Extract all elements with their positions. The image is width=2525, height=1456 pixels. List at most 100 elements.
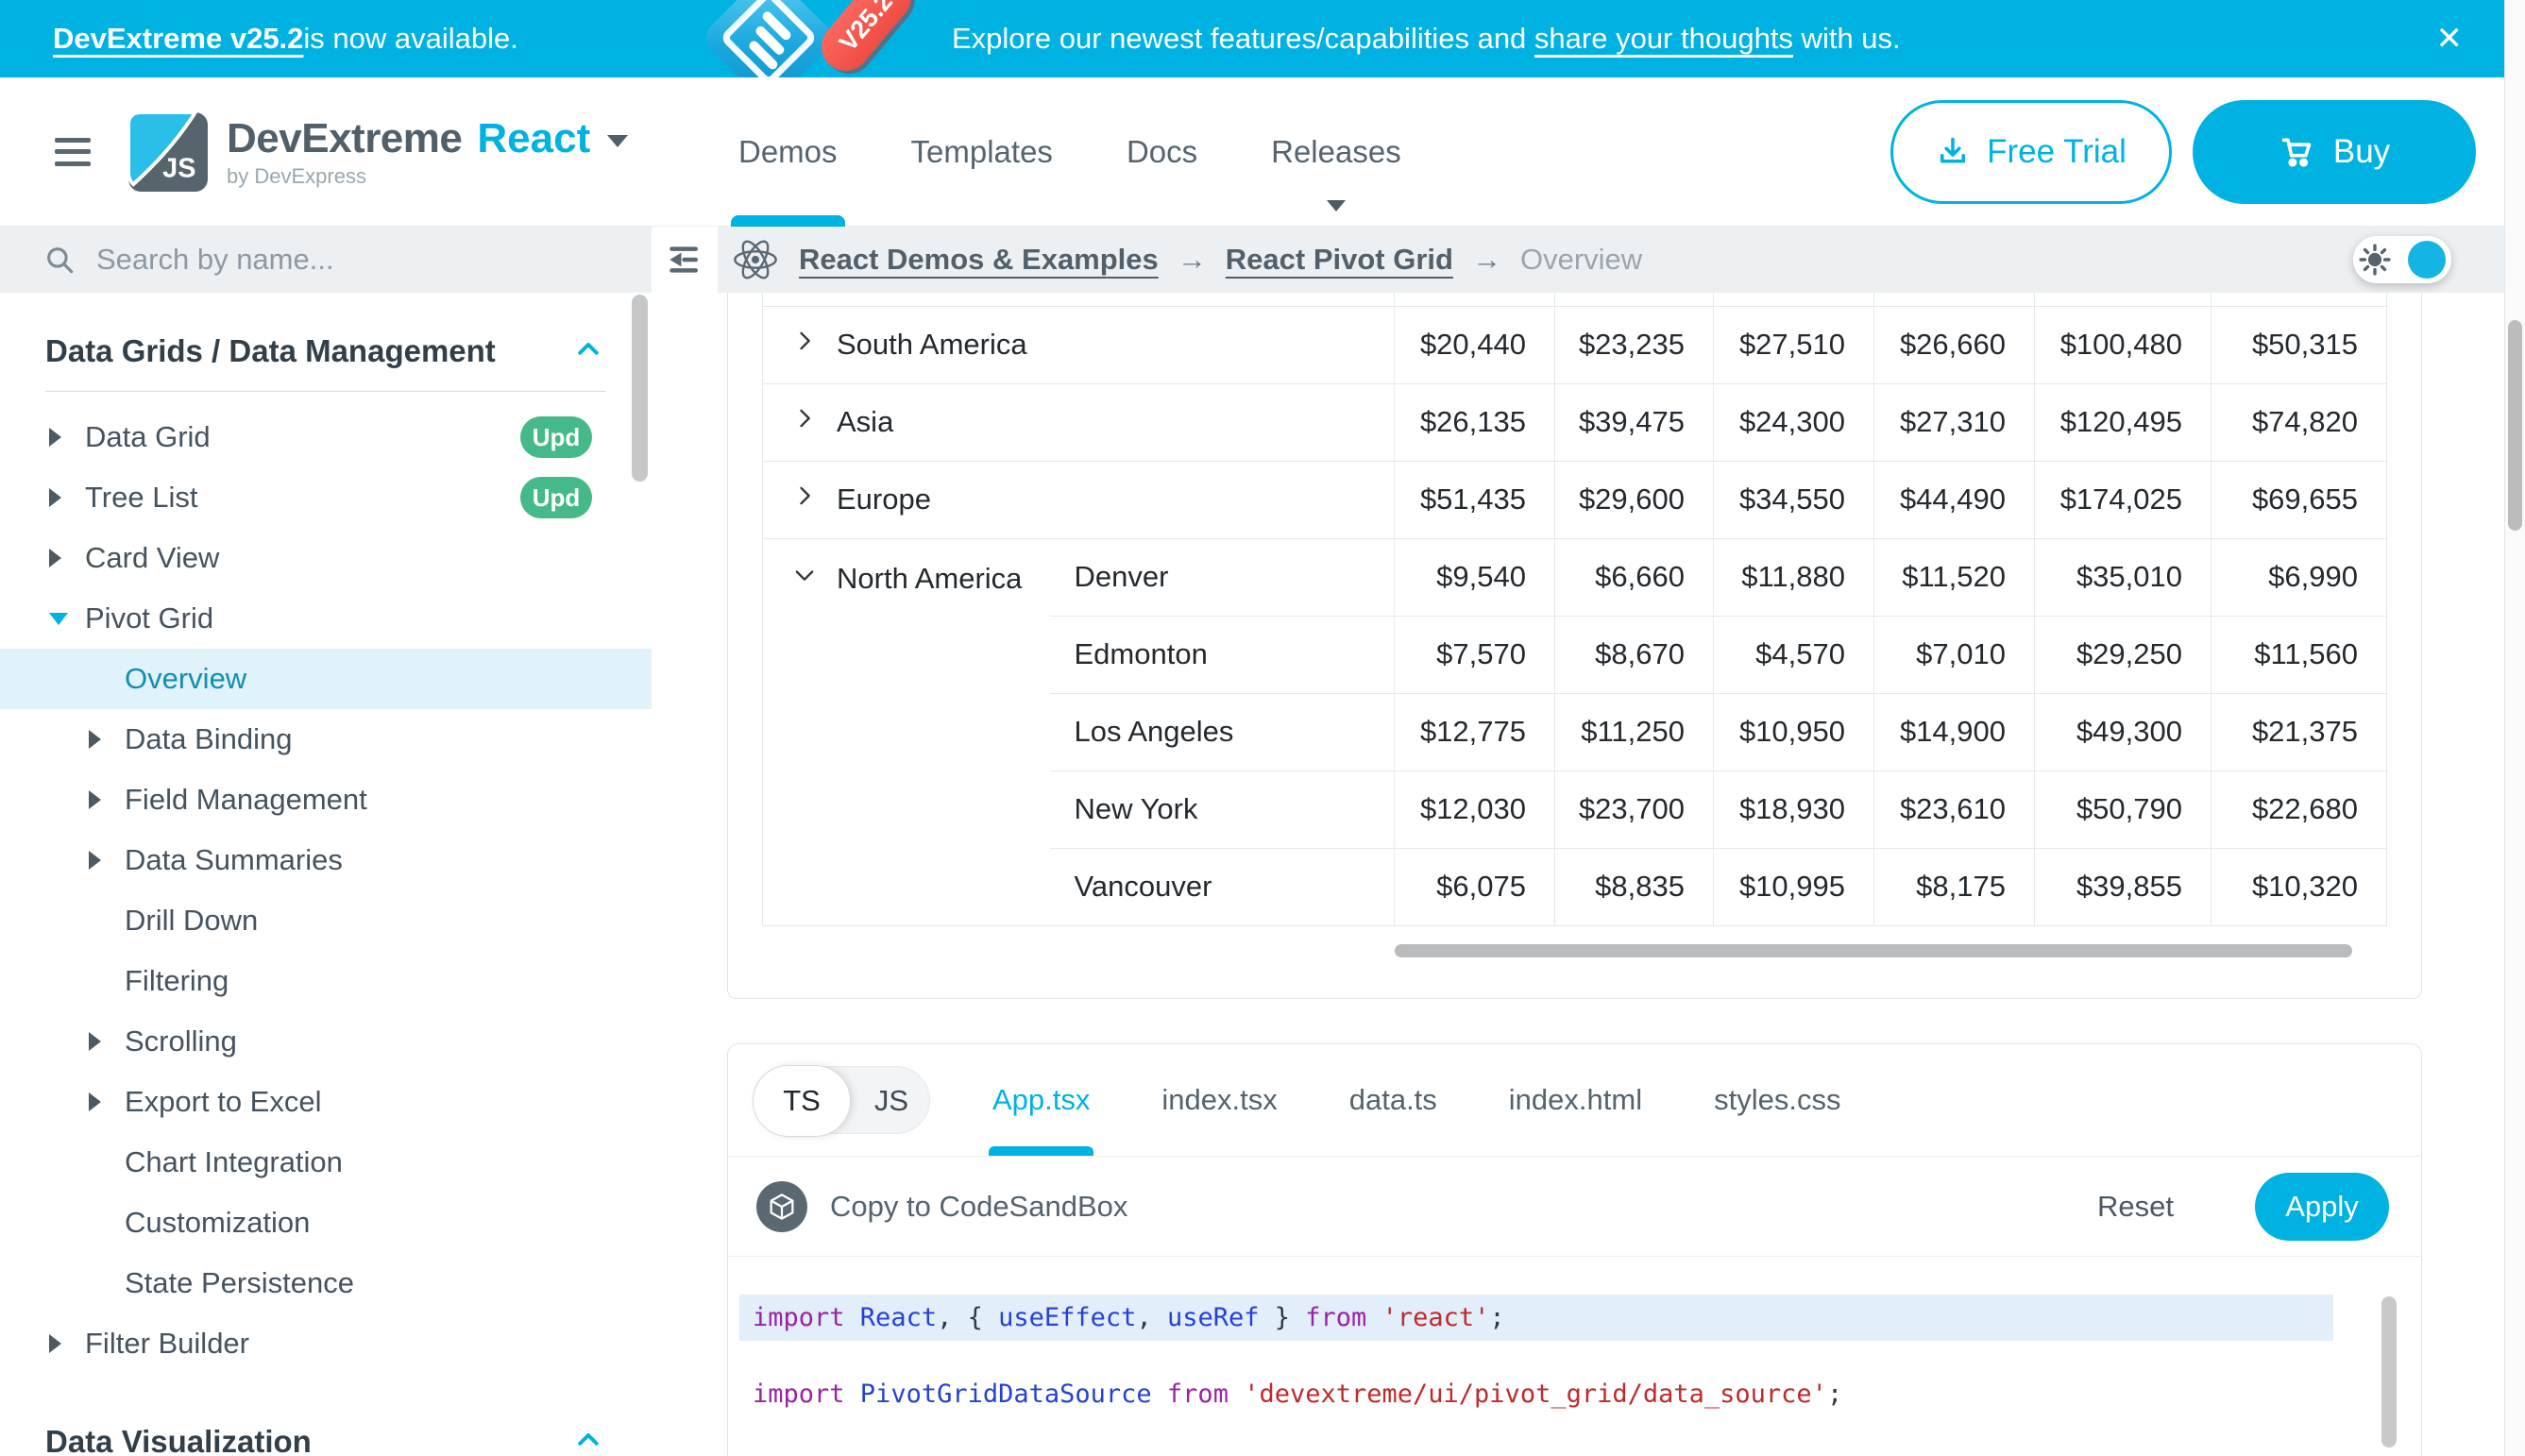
page-scrollbar-track[interactable] <box>2504 0 2525 1456</box>
banner-version-link[interactable]: DevExtreme v25.2 <box>53 22 303 56</box>
sun-icon <box>2359 244 2391 276</box>
pivot-value-cell: $10,950 <box>1714 693 1874 770</box>
pivot-region-europe[interactable]: Europe <box>763 461 1395 538</box>
sidebar-item-label: Data Binding <box>125 722 293 756</box>
language-toggle[interactable]: TS JS <box>753 1066 930 1134</box>
file-tabs: App.tsx index.tsx data.ts index.html styles.… <box>992 1044 1840 1156</box>
sidebar-item-state-persistence[interactable]: State Persistence <box>0 1253 652 1313</box>
region-label: South America <box>837 328 1027 362</box>
banner-version-text: DevExtreme v25.2 is now available. <box>53 0 518 77</box>
pivot-cut-row <box>763 293 2387 306</box>
nav-item-templates[interactable]: Templates <box>911 77 1053 227</box>
page-scrollbar-thumb[interactable] <box>2508 320 2522 531</box>
sidebar-section-data-visualization[interactable]: Data Visualization <box>0 1412 652 1456</box>
sidebar-section-data-grids-data-management[interactable]: Data Grids / Data Management <box>0 321 652 381</box>
pivot-row-asia: Asia$26,135$39,475$24,300$27,310$120,495… <box>763 383 2387 461</box>
code-editor[interactable]: import React, { useEffect, useRef } from… <box>728 1256 2421 1456</box>
nav-item-releases[interactable]: Releases <box>1271 77 1401 227</box>
sidebar-section-label: Data Grids / Data Management <box>45 333 496 369</box>
sidebar-item-card-view[interactable]: Card View <box>0 528 652 588</box>
main-nav: Demos Templates Docs Releases <box>738 77 1401 227</box>
pivot-region-asia[interactable]: Asia <box>763 383 1395 461</box>
breadcrumb-overview: Overview <box>1520 243 1642 277</box>
free-trial-button[interactable]: Free Trial <box>1890 100 2172 204</box>
sidebar-item-chart-integration[interactable]: Chart Integration <box>0 1132 652 1193</box>
pivot-region-north-america[interactable]: North America <box>763 538 1050 925</box>
tab-index-tsx[interactable]: index.tsx <box>1161 1044 1277 1156</box>
pivot-value-cell: $20,440 <box>1395 306 1555 383</box>
chevron-up-icon <box>574 1426 602 1456</box>
breadcrumb-react-demos-examples[interactable]: React Demos & Examples <box>799 243 1159 277</box>
sidebar-item-data-grid[interactable]: Data Grid Upd <box>0 407 652 467</box>
pivot-value-cell: $11,880 <box>1714 538 1874 616</box>
breadcrumb-items: React Demos & Examples→React Pivot Grid→… <box>799 243 1642 277</box>
apply-button[interactable]: Apply <box>2255 1173 2389 1241</box>
pivot-value-cell: $11,250 <box>1555 693 1714 770</box>
sidebar-item-export-to-excel[interactable]: Export to Excel <box>0 1072 652 1132</box>
share-your-thoughts-link[interactable]: share your thoughts <box>1534 22 1793 56</box>
sidebar-item-field-management[interactable]: Field Management <box>0 770 652 830</box>
pivot-value-cell: $10,995 <box>1714 848 1874 925</box>
language-option-js[interactable]: JS <box>874 1067 908 1135</box>
pivot-value-cell: $50,790 <box>2035 770 2211 848</box>
framework-dropdown-caret-icon[interactable] <box>607 135 628 147</box>
sidebar-item-label: State Persistence <box>125 1266 354 1300</box>
hamburger-menu-icon[interactable] <box>55 138 91 166</box>
pivot-value-cell: $24,300 <box>1714 383 1874 461</box>
pivot-region-south-america[interactable]: South America <box>763 306 1395 383</box>
banner-close-icon[interactable]: ✕ <box>2436 0 2464 77</box>
buy-button[interactable]: Buy <box>2193 100 2476 204</box>
sidebar-item-data-binding[interactable]: Data Binding <box>0 709 652 770</box>
tab-app-tsx[interactable]: App.tsx <box>992 1044 1090 1156</box>
pivot-value-cell: $39,855 <box>2035 848 2211 925</box>
reset-button[interactable]: Reset <box>2097 1190 2174 1224</box>
sidebar-item-data-summaries[interactable]: Data Summaries <box>0 830 652 890</box>
tab-data-ts[interactable]: data.ts <box>1349 1044 1437 1156</box>
sidebar-item-filter-builder[interactable]: Filter Builder <box>0 1313 652 1374</box>
sidebar-item-label: Data Grid <box>85 420 211 454</box>
chevron-collapsed-icon <box>49 488 85 507</box>
theme-toggle-knob[interactable] <box>2408 241 2446 279</box>
pivot-value-cell: $100,480 <box>2035 306 2211 383</box>
search-input[interactable] <box>96 243 568 277</box>
pivot-value-cell: $7,570 <box>1395 616 1555 693</box>
collapse-sidebar-button[interactable] <box>652 227 718 293</box>
pivot-horizontal-scrollbar[interactable] <box>1395 944 2352 957</box>
code-line-3: import Chart, { <box>739 1432 2421 1456</box>
theme-toggle[interactable] <box>2353 236 2451 283</box>
pivot-value-cell: $27,310 <box>1874 383 2035 461</box>
brand-subtitle: by DevExpress <box>227 164 628 189</box>
nav-item-docs[interactable]: Docs <box>1127 77 1197 227</box>
copy-to-codesandbox-button[interactable]: Copy to CodeSandBox <box>830 1190 1127 1224</box>
sidebar-item-label: Pivot Grid <box>85 601 213 635</box>
sidebar-item-label: Overview <box>125 662 246 696</box>
code-panel: TS JS App.tsx index.tsx data.ts index.html s… <box>727 1043 2422 1456</box>
codesandbox-icon[interactable] <box>756 1181 807 1232</box>
pivot-value-cell: $11,560 <box>2211 616 2387 693</box>
code-scrollbar[interactable] <box>2381 1296 2397 1448</box>
language-option-ts[interactable]: TS <box>753 1065 851 1137</box>
demo-sidebar: Data Grids / Data Management Data Grid Upd… <box>0 227 652 1456</box>
chevron-collapsed-icon <box>89 790 125 809</box>
sidebar-scrollbar[interactable] <box>632 295 648 482</box>
sidebar-item-customization[interactable]: Customization <box>0 1193 652 1253</box>
breadcrumb-react-pivot-grid[interactable]: React Pivot Grid <box>1226 243 1453 277</box>
sidebar-item-pivot-grid[interactable]: Pivot Grid <box>0 588 652 649</box>
tab-styles-css[interactable]: styles.css <box>1714 1044 1840 1156</box>
pivot-value-cell: $26,135 <box>1395 383 1555 461</box>
sidebar-item-filtering[interactable]: Filtering <box>0 951 652 1011</box>
chevron-down-icon <box>1327 200 1346 212</box>
sidebar-item-tree-list[interactable]: Tree ListUpd <box>0 467 652 528</box>
tab-index-html[interactable]: index.html <box>1509 1044 1642 1156</box>
pivot-value-cell: $8,670 <box>1555 616 1714 693</box>
sidebar-item-overview[interactable]: Overview <box>0 649 652 709</box>
nav-item-demos[interactable]: Demos <box>738 77 838 227</box>
collapse-sidebar-icon <box>665 240 704 279</box>
pivot-row-south-america: South America$20,440$23,235$27,510$26,66… <box>763 306 2387 383</box>
brand-block[interactable]: DevExtreme React by DevExpress <box>227 115 628 189</box>
sidebar-item-drill-down[interactable]: Drill Down <box>0 890 652 951</box>
svg-text:JS: JS <box>162 153 195 183</box>
updated-badge: Upd <box>520 416 592 458</box>
sidebar-item-scrolling[interactable]: Scrolling <box>0 1011 652 1072</box>
pivot-city-vancouver: Vancouver <box>1050 848 1395 925</box>
